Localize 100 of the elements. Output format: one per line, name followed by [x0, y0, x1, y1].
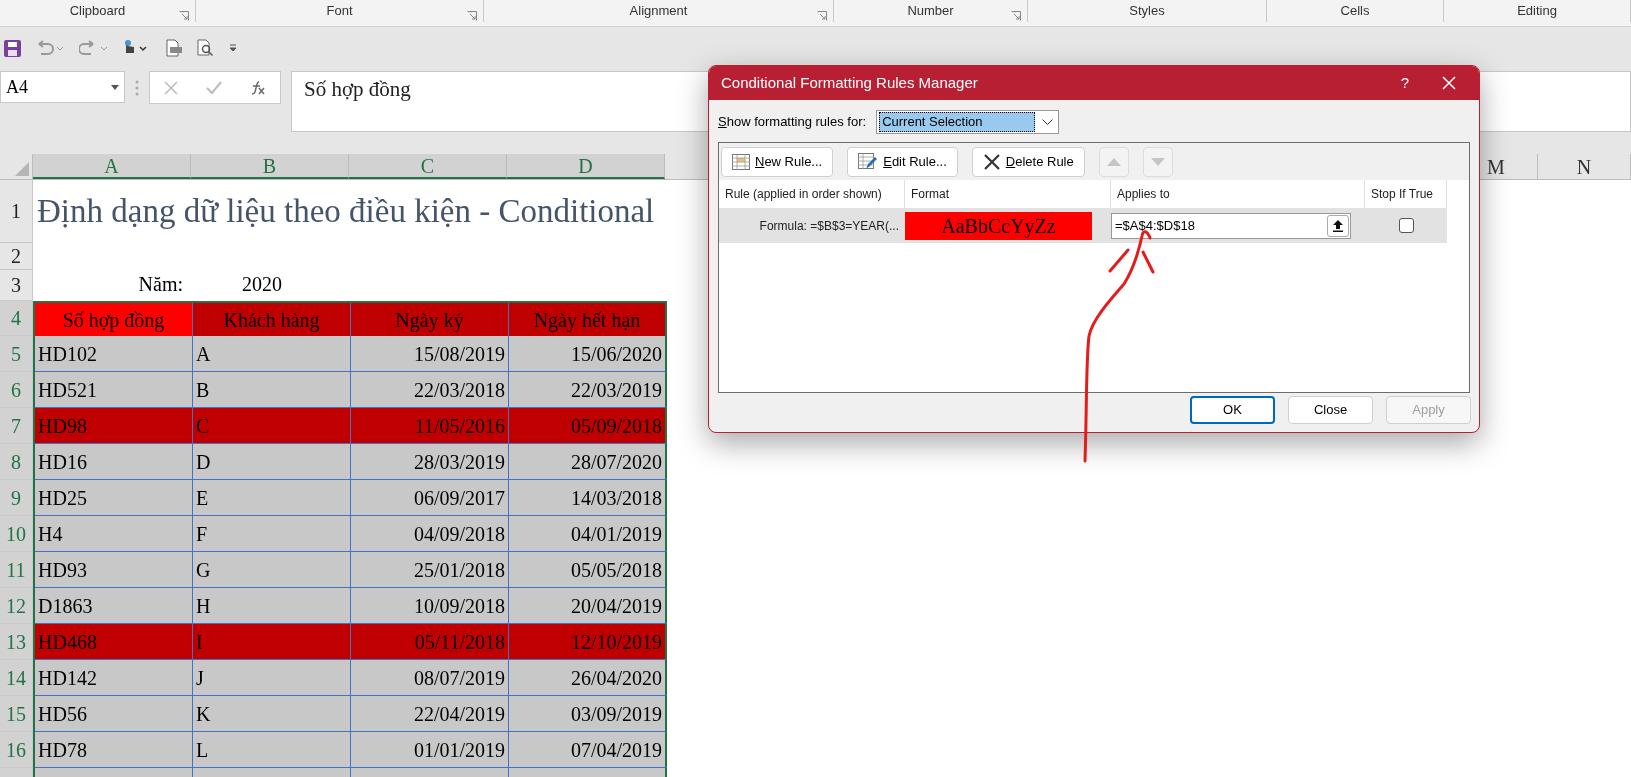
table-pencil-icon	[858, 152, 879, 171]
function-icon[interactable]	[250, 79, 266, 96]
row-header[interactable]: 8	[0, 444, 33, 480]
help-button[interactable]: ?	[1385, 71, 1425, 95]
row-header[interactable]: 1	[0, 180, 33, 243]
column-header[interactable]: C	[349, 154, 507, 179]
table-cell[interactable]: 01/01/2019	[351, 732, 509, 768]
table-cell[interactable]: 22/03/2019	[509, 372, 667, 408]
dialog-launcher-icon[interactable]	[817, 11, 827, 21]
ribbon-group-label: Editing	[1517, 2, 1557, 21]
table-cell[interactable]: 08/07/2019	[351, 660, 509, 696]
table-cell[interactable]: 04/09/2018	[351, 516, 509, 552]
table-cell[interactable]: HD16	[35, 444, 193, 480]
table-cell[interactable]: HD93	[35, 552, 193, 588]
dialog-launcher-icon[interactable]	[179, 11, 189, 21]
ok-button[interactable]: OK	[1190, 396, 1275, 424]
row-header[interactable]: 14	[0, 660, 33, 696]
drag-handle-icon[interactable]	[135, 80, 139, 96]
row-header[interactable]: 13	[0, 624, 33, 660]
select-all-triangle-icon[interactable]	[15, 162, 29, 176]
collapse-button[interactable]	[1327, 214, 1349, 237]
show-rules-select[interactable]: Current Selection	[876, 110, 1060, 134]
table-cell[interactable]: D1863	[35, 588, 193, 624]
table-cell[interactable]: 22/04/2019	[351, 696, 509, 732]
dialog-launcher-icon[interactable]	[467, 11, 477, 21]
row-header[interactable]: 16	[0, 732, 33, 768]
table-cell[interactable]: 15/06/2020	[509, 336, 667, 372]
table-cell[interactable]: J	[193, 660, 351, 696]
column-header[interactable]: D	[507, 154, 665, 179]
table-cell[interactable]: 14/03/2018	[509, 480, 667, 516]
row-header[interactable]: 4	[0, 301, 33, 336]
table-cell[interactable]: E	[193, 480, 351, 516]
table-cell[interactable]: L	[193, 732, 351, 768]
table-cell[interactable]: HD102	[35, 336, 193, 372]
table-cell[interactable]: HD78	[35, 732, 193, 768]
row-header[interactable]: 2	[0, 243, 33, 270]
cancel-icon[interactable]	[164, 80, 178, 95]
redo-icon[interactable]	[79, 40, 109, 56]
row-header[interactable]: 6	[0, 372, 33, 408]
name-box[interactable]: A4	[0, 71, 125, 103]
column-header[interactable]: B	[191, 154, 349, 179]
print-preview-icon[interactable]	[165, 39, 183, 57]
table-cell[interactable]: H4	[35, 516, 193, 552]
table-cell[interactable]: A	[193, 336, 351, 372]
close-dialog-button[interactable]: Close	[1288, 396, 1373, 424]
row-header[interactable]: 11	[0, 552, 33, 588]
table-cell[interactable]: 28/03/2019	[351, 444, 509, 480]
new-rule-button[interactable]: New Rule...	[721, 146, 834, 177]
row-header[interactable]: 10	[0, 516, 33, 552]
dialog-title: Conditional Formatting Rules Manager	[721, 72, 979, 93]
table-cell[interactable]: 25/01/2018	[351, 552, 509, 588]
customize-icon[interactable]	[229, 44, 237, 52]
delete-rule-button[interactable]: Delete Rule	[971, 146, 1085, 177]
dropdown-icon	[111, 84, 119, 90]
ribbon-group-label: Alignment	[629, 2, 688, 21]
table-cell[interactable]: D	[193, 444, 351, 480]
search-page-icon[interactable]	[197, 39, 215, 57]
table-cell[interactable]: 20/04/2019	[509, 588, 667, 624]
check-icon[interactable]	[206, 81, 222, 94]
table-cell[interactable]: 10/09/2018	[351, 588, 509, 624]
table-cell[interactable]: HD142	[35, 660, 193, 696]
row-header[interactable]: 5	[0, 336, 33, 372]
up-triangle-icon	[1106, 157, 1121, 166]
dialog-launcher-icon[interactable]	[1011, 11, 1021, 21]
table-cell[interactable]: 15/08/2019	[351, 336, 509, 372]
table-cell[interactable]: 04/01/2019	[509, 516, 667, 552]
column-heading-cell[interactable]: Số hợp đồng	[35, 303, 193, 336]
column-header[interactable]: A	[33, 154, 191, 179]
table-cell[interactable]: 05/05/2018	[509, 552, 667, 588]
row-header[interactable]: 12	[0, 588, 33, 624]
table-cell[interactable]: HD521	[35, 372, 193, 408]
rule-row[interactable]: Formula: =$B$3=YEAR(... AaBbCcYyZz =$A$4:$D$18	[719, 208, 1447, 243]
chevron-down-icon	[1042, 119, 1054, 125]
show-rules-label: Show formatting rules for:	[718, 113, 867, 132]
stop-if-true-checkbox[interactable]	[1398, 218, 1414, 233]
save-icon[interactable]	[4, 39, 21, 57]
table-icon	[732, 153, 750, 170]
table-cell[interactable]: 22/03/2018	[351, 372, 509, 408]
table-cell[interactable]: 28/07/2020	[509, 444, 667, 480]
edit-rule-button[interactable]: Edit Rule...	[847, 146, 958, 177]
down-triangle-icon	[1150, 157, 1165, 166]
table-cell[interactable]: F	[193, 516, 351, 552]
table-cell[interactable]: 03/09/2019	[509, 696, 667, 732]
rule-formula: Formula: =$B$3=YEAR(...	[759, 217, 899, 235]
table-cell[interactable]: H	[193, 588, 351, 624]
table-cell[interactable]: HD25	[35, 480, 193, 516]
row-header[interactable]: 7	[0, 408, 33, 444]
table-cell[interactable]: K	[193, 696, 351, 732]
table-cell[interactable]: B	[193, 372, 351, 408]
table-cell[interactable]: HD56	[35, 696, 193, 732]
row-header[interactable]: 15	[0, 696, 33, 732]
row-header[interactable]: 3	[0, 270, 33, 301]
ribbon-group-label: Font	[326, 2, 353, 21]
row-header[interactable]: 9	[0, 480, 33, 516]
table-cell[interactable]: 26/04/2020	[509, 660, 667, 696]
table-cell[interactable]: G	[193, 552, 351, 588]
column-header[interactable]: N	[1538, 154, 1631, 179]
applies-to-field[interactable]: =$A$4:$D$18	[1111, 212, 1351, 239]
table-cell[interactable]: 07/04/2019	[509, 732, 667, 768]
table-cell[interactable]: 06/09/2017	[351, 480, 509, 516]
